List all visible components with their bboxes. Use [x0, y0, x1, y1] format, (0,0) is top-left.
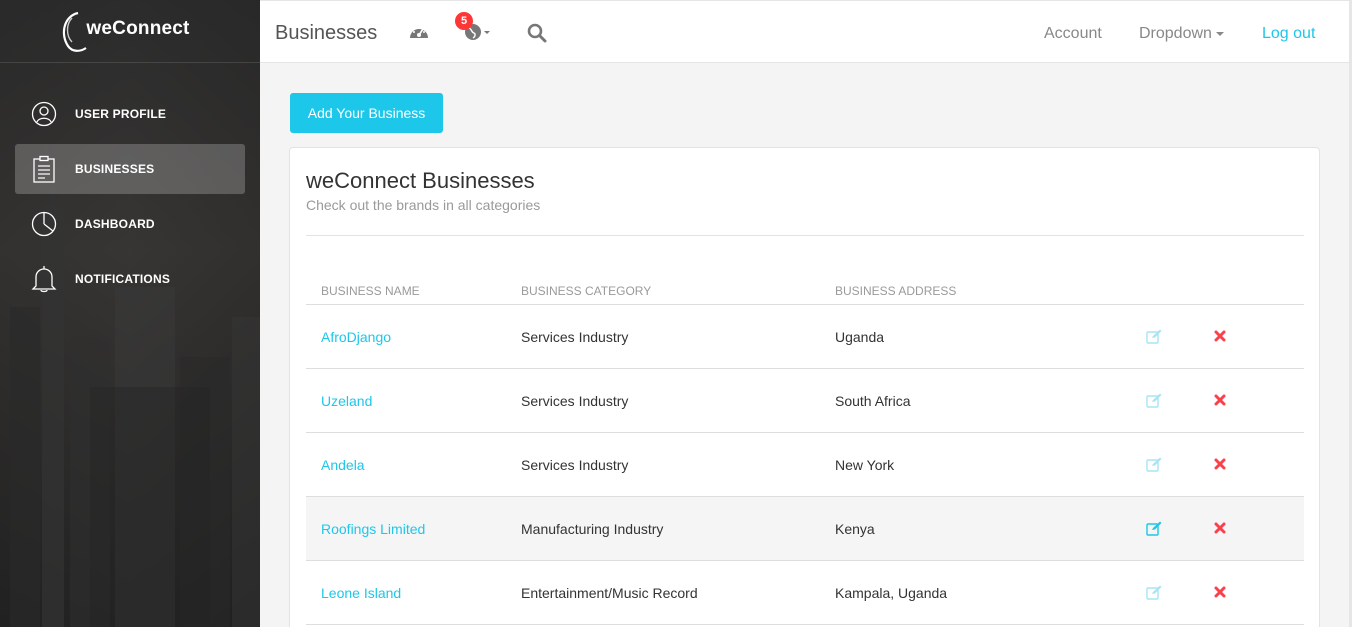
business-category: Entertainment/Music Record: [521, 585, 698, 601]
table-row: Roofings Limited Manufacturing Industry …: [306, 497, 1304, 561]
sidebar-item-label: BUSINESSES: [75, 162, 155, 176]
sidebar-item-label: USER PROFILE: [75, 107, 167, 121]
column-header-name: BUSINESS NAME: [321, 284, 420, 298]
delete-icon[interactable]: [1214, 585, 1226, 603]
divider: [306, 235, 1304, 236]
column-header-category: BUSINESS CATEGORY: [521, 284, 652, 298]
notification-count-badge: 5: [455, 12, 473, 30]
sidebar-item-label: NOTIFICATIONS: [75, 272, 171, 286]
businesses-card: weConnect Businesses Check out the brand…: [289, 147, 1320, 627]
account-link[interactable]: Account: [1044, 25, 1102, 43]
businesses-table: BUSINESS NAME BUSINESS CATEGORY BUSINESS…: [306, 279, 1304, 625]
edit-icon[interactable]: [1146, 521, 1162, 541]
business-name-link[interactable]: Andela: [321, 457, 365, 473]
delete-icon[interactable]: [1214, 329, 1226, 347]
sidebar-item-notifications[interactable]: NOTIFICATIONS: [15, 254, 245, 304]
sidebar-item-user-profile[interactable]: USER PROFILE: [15, 89, 245, 139]
add-business-button[interactable]: Add Your Business: [290, 93, 443, 133]
business-address: New York: [835, 457, 895, 473]
dashboard-gauge-icon[interactable]: [409, 23, 429, 46]
table-header: BUSINESS NAME BUSINESS CATEGORY BUSINESS…: [306, 279, 1304, 305]
business-name-link[interactable]: AfroDjango: [321, 329, 391, 345]
business-address: Kenya: [835, 521, 875, 537]
table-row: Andela Services Industry New York: [306, 433, 1304, 497]
business-address: South Africa: [835, 393, 911, 409]
user-circle-icon: [30, 100, 58, 128]
logout-link[interactable]: Log out: [1262, 25, 1315, 43]
caret-down-icon: [1215, 31, 1224, 36]
card-title: weConnect Businesses: [306, 168, 535, 193]
sidebar-item-businesses[interactable]: BUSINESSES: [15, 144, 245, 194]
pie-chart-icon: [30, 210, 58, 238]
column-header-address: BUSINESS ADDRESS: [835, 284, 957, 298]
edit-icon[interactable]: [1146, 585, 1162, 605]
delete-icon[interactable]: [1214, 393, 1226, 411]
business-name-link[interactable]: Roofings Limited: [321, 521, 425, 537]
page-title: Businesses: [275, 22, 378, 44]
business-address: Kampala, Uganda: [835, 585, 948, 601]
business-name-link[interactable]: Uzeland: [321, 393, 372, 409]
edit-icon[interactable]: [1146, 329, 1162, 349]
clipboard-icon: [30, 155, 58, 183]
edit-icon[interactable]: [1146, 393, 1162, 413]
logo-text: weConnect: [86, 18, 190, 39]
business-address: Uganda: [835, 329, 885, 345]
top-navbar: Businesses 5 Account Dropdown Log out: [260, 0, 1352, 63]
sidebar-nav: USER PROFILE BUSINESSES DASHBOARD NOTIFI…: [0, 89, 260, 304]
logo[interactable]: weConnect: [0, 0, 260, 63]
sidebar-item-dashboard[interactable]: DASHBOARD: [15, 199, 245, 249]
business-category: Manufacturing Industry: [521, 521, 664, 537]
dropdown-label: Dropdown: [1139, 25, 1212, 42]
delete-icon[interactable]: [1214, 457, 1226, 475]
bell-icon: [30, 265, 58, 293]
sidebar-item-label: DASHBOARD: [75, 217, 155, 231]
business-category: Services Industry: [521, 457, 629, 473]
sidebar: weConnect USER PROFILE BUSINESSES DASHBO…: [0, 0, 260, 627]
business-category: Services Industry: [521, 329, 629, 345]
card-subtitle: Check out the brands in all categories: [306, 197, 541, 213]
table-row: Uzeland Services Industry South Africa: [306, 369, 1304, 433]
table-row: AfroDjango Services Industry Uganda: [306, 305, 1304, 369]
search-icon[interactable]: [527, 23, 547, 48]
business-name-link[interactable]: Leone Island: [321, 585, 401, 601]
edit-icon[interactable]: [1146, 457, 1162, 477]
business-category: Services Industry: [521, 393, 629, 409]
table-row: Leone Island Entertainment/Music Record …: [306, 561, 1304, 625]
dropdown-toggle[interactable]: Dropdown: [1139, 25, 1224, 43]
delete-icon[interactable]: [1214, 521, 1226, 539]
